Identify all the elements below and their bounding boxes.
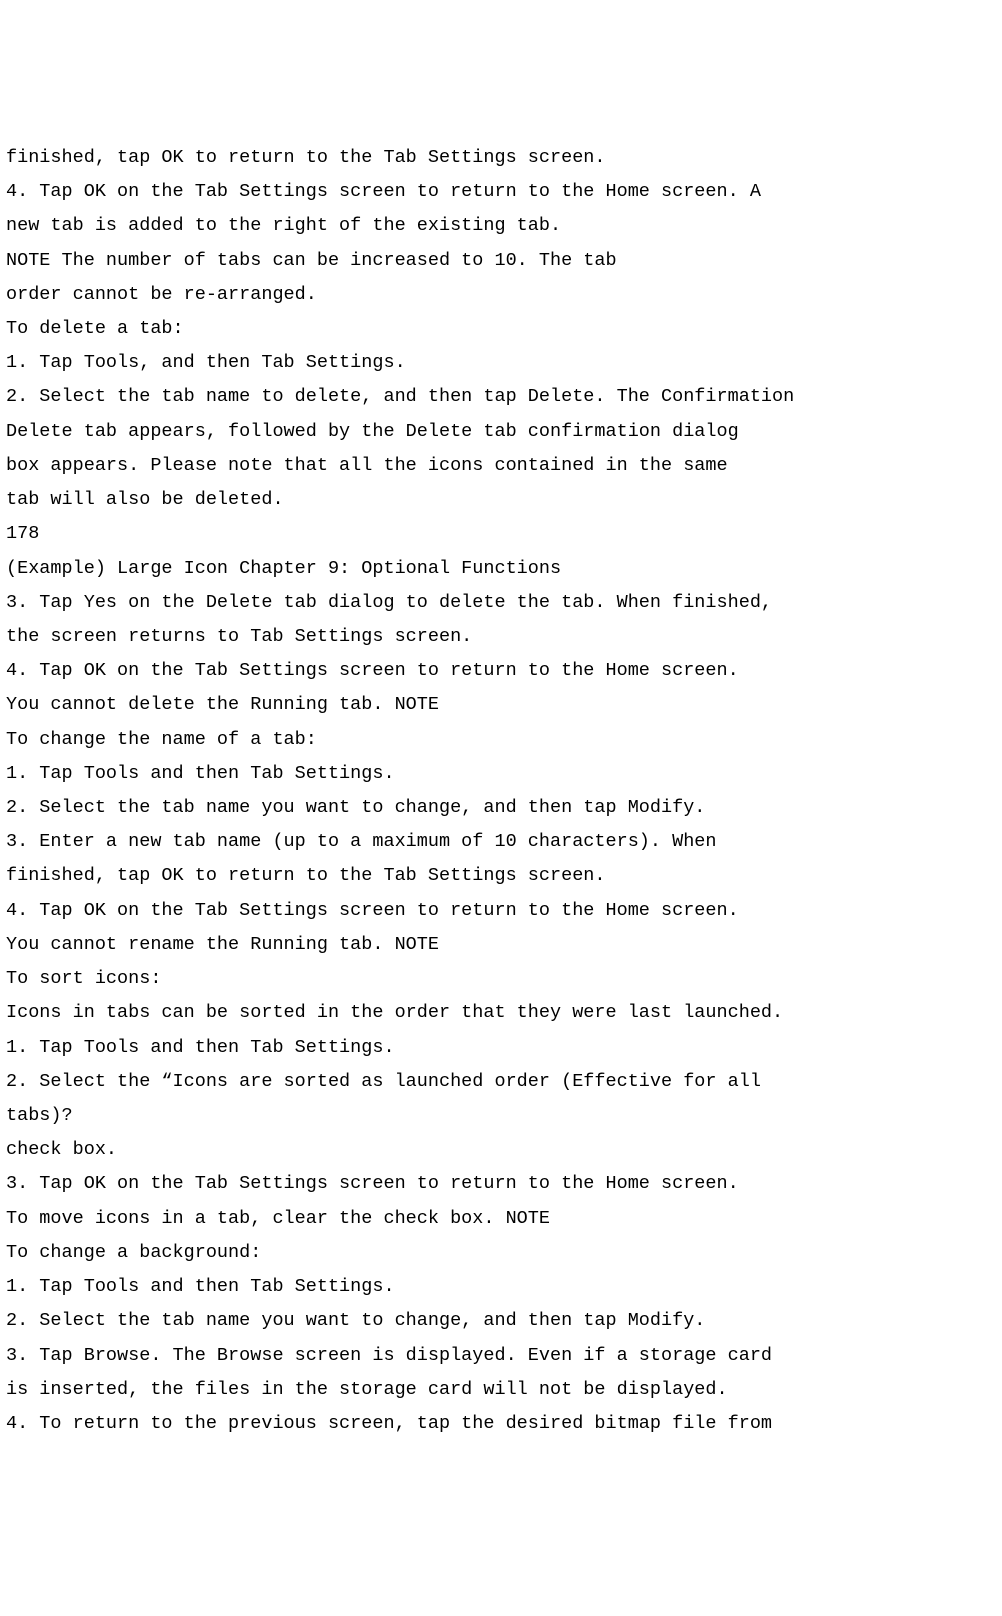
text-line: 4. To return to the previous screen, tap… (6, 1407, 996, 1441)
text-line: new tab is added to the right of the exi… (6, 209, 996, 243)
text-line: NOTE The number of tabs can be increased… (6, 244, 996, 278)
text-line: finished, tap OK to return to the Tab Se… (6, 859, 996, 893)
text-line: To change the name of a tab: (6, 723, 996, 757)
text-line: 3. Enter a new tab name (up to a maximum… (6, 825, 996, 859)
text-line: the screen returns to Tab Settings scree… (6, 620, 996, 654)
text-line: To sort icons: (6, 962, 996, 996)
text-line: 2. Select the tab name to delete, and th… (6, 380, 996, 414)
text-line: finished, tap OK to return to the Tab Se… (6, 141, 996, 175)
text-line: is inserted, the files in the storage ca… (6, 1373, 996, 1407)
text-line: 3. Tap Browse. The Browse screen is disp… (6, 1339, 996, 1373)
text-line: 4. Tap OK on the Tab Settings screen to … (6, 175, 996, 209)
document-body: finished, tap OK to return to the Tab Se… (6, 141, 996, 1441)
text-line: To move icons in a tab, clear the check … (6, 1202, 996, 1236)
text-line: 3. Tap OK on the Tab Settings screen to … (6, 1167, 996, 1201)
text-line: 2. Select the “Icons are sorted as launc… (6, 1065, 996, 1099)
text-line: 1. Tap Tools and then Tab Settings. (6, 1270, 996, 1304)
text-line: check box. (6, 1133, 996, 1167)
text-line: tab will also be deleted. (6, 483, 996, 517)
text-line: To change a background: (6, 1236, 996, 1270)
text-line: 178 (6, 517, 996, 551)
text-line: 1. Tap Tools, and then Tab Settings. (6, 346, 996, 380)
text-line: To delete a tab: (6, 312, 996, 346)
text-line: 1. Tap Tools and then Tab Settings. (6, 1031, 996, 1065)
text-line: 2. Select the tab name you want to chang… (6, 1304, 996, 1338)
text-line: tabs)? (6, 1099, 996, 1133)
text-line: You cannot rename the Running tab. NOTE (6, 928, 996, 962)
text-line: Delete tab appears, followed by the Dele… (6, 415, 996, 449)
text-line: order cannot be re-arranged. (6, 278, 996, 312)
text-line: 2. Select the tab name you want to chang… (6, 791, 996, 825)
text-line: Icons in tabs can be sorted in the order… (6, 996, 996, 1030)
text-line: 3. Tap Yes on the Delete tab dialog to d… (6, 586, 996, 620)
text-line: 1. Tap Tools and then Tab Settings. (6, 757, 996, 791)
text-line: (Example) Large Icon Chapter 9: Optional… (6, 552, 996, 586)
text-line: 4. Tap OK on the Tab Settings screen to … (6, 894, 996, 928)
text-line: You cannot delete the Running tab. NOTE (6, 688, 996, 722)
text-line: 4. Tap OK on the Tab Settings screen to … (6, 654, 996, 688)
text-line: box appears. Please note that all the ic… (6, 449, 996, 483)
